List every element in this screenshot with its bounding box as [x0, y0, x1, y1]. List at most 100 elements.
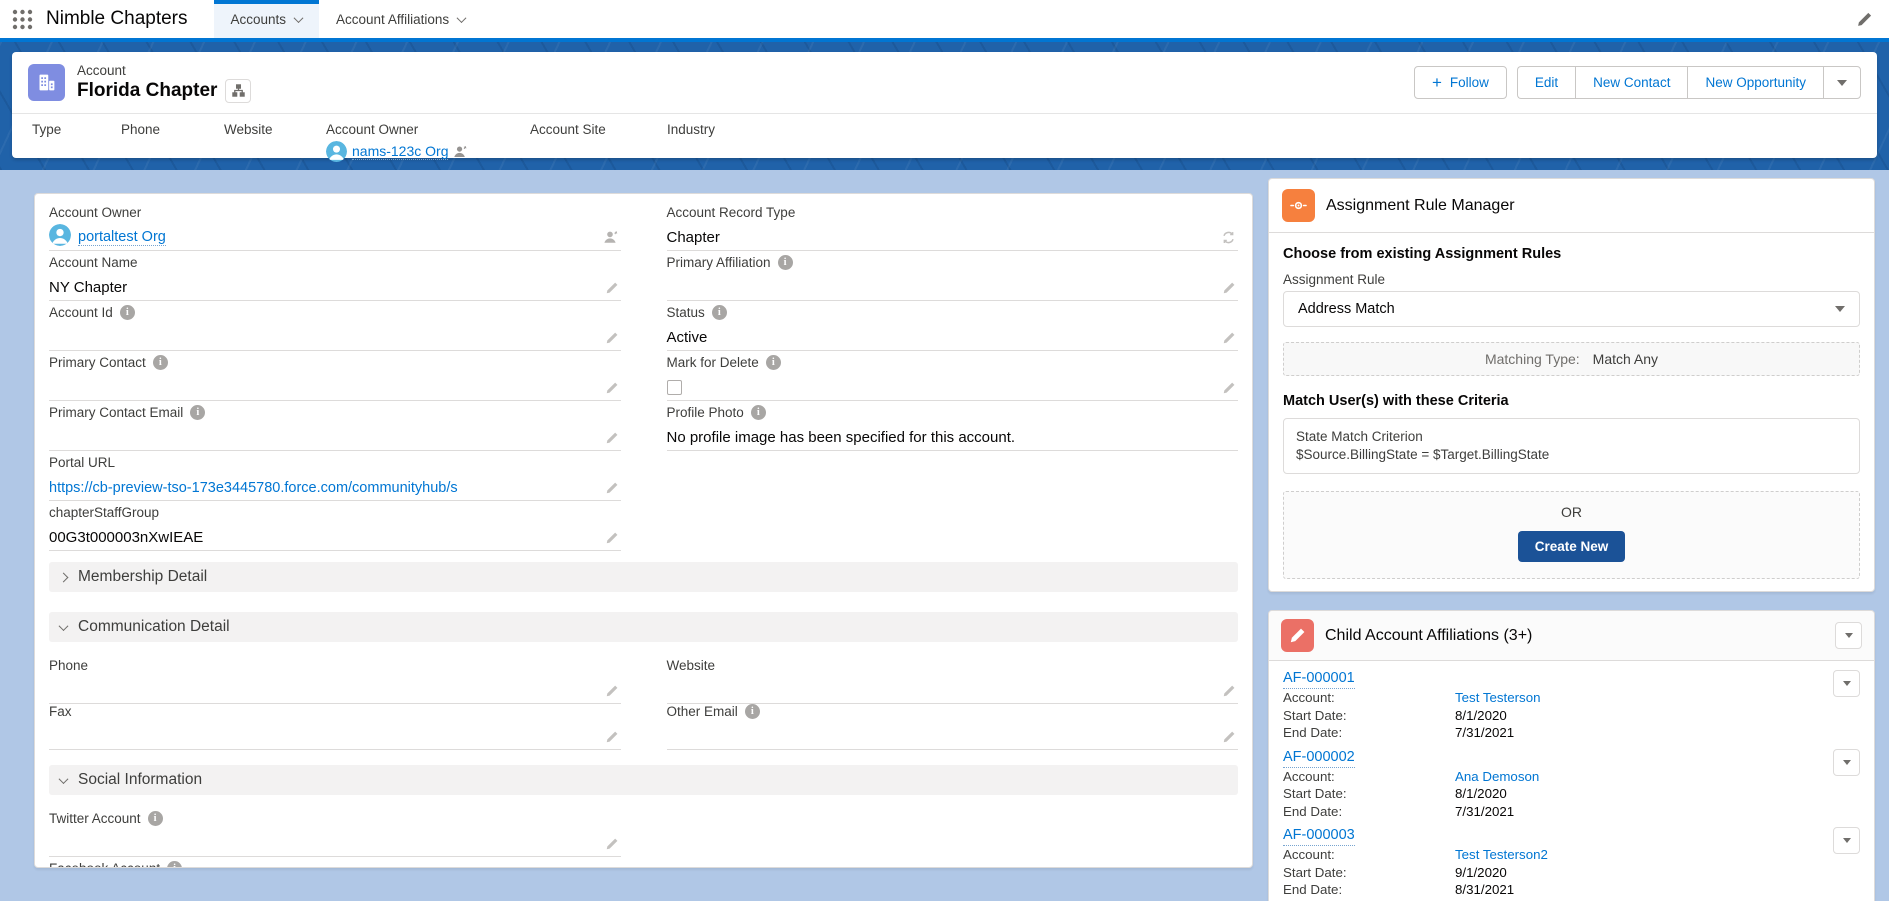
- edit-button[interactable]: Edit: [1517, 66, 1575, 99]
- new-contact-button[interactable]: New Contact: [1575, 66, 1687, 99]
- start-date-value: 8/1/2020: [1455, 785, 1507, 803]
- inline-edit-button[interactable]: [605, 281, 619, 295]
- assignment-rule-select[interactable]: Address Match: [1283, 291, 1860, 327]
- affiliation-link[interactable]: AF-000003: [1283, 826, 1355, 846]
- info-icon[interactable]: [148, 811, 163, 826]
- pencil-icon: [605, 381, 619, 395]
- end-date-value: 7/31/2021: [1455, 803, 1514, 821]
- account-owner-link[interactable]: portaltest Org: [78, 229, 166, 246]
- field-portal-url: Portal URL https://cb-preview-tso-173e34…: [49, 452, 621, 502]
- hl-industry-label: Industry: [667, 121, 715, 139]
- row-actions-button[interactable]: [1833, 749, 1860, 776]
- field-value: Chapter: [667, 229, 720, 246]
- affiliation-link[interactable]: AF-000001: [1283, 669, 1355, 689]
- info-icon[interactable]: [766, 355, 781, 370]
- portal-url-link[interactable]: https://cb-preview-tso-173e3445780.force…: [49, 480, 458, 496]
- inline-edit-button[interactable]: [1222, 281, 1236, 295]
- hl-phone-label: Phone: [121, 121, 214, 139]
- info-icon[interactable]: [778, 255, 793, 270]
- section-membership-detail[interactable]: Membership Detail: [49, 562, 1238, 592]
- card-actions-button[interactable]: [1835, 622, 1862, 649]
- row-label: Start Date:: [1283, 707, 1455, 725]
- start-date-value: 8/1/2020: [1455, 707, 1507, 725]
- row-actions-button[interactable]: [1833, 670, 1860, 697]
- hl-website-label: Website: [224, 121, 316, 139]
- field-label: Primary Contact Email: [49, 405, 183, 420]
- app-launcher-icon: [12, 9, 33, 30]
- start-date-value: 9/1/2020: [1455, 864, 1507, 882]
- chevron-down-icon[interactable]: [294, 13, 304, 23]
- inline-edit-button[interactable]: [605, 730, 619, 744]
- affiliation-account-link[interactable]: Test Testerson2: [1455, 846, 1548, 864]
- change-record-type-icon: [1221, 230, 1236, 245]
- pencil-icon: [605, 281, 619, 295]
- info-icon[interactable]: [751, 405, 766, 420]
- create-new-button[interactable]: Create New: [1518, 531, 1626, 562]
- affiliation-account-link[interactable]: Ana Demoson: [1455, 768, 1539, 786]
- pencil-icon: [605, 431, 619, 445]
- inline-edit-button[interactable]: [605, 531, 619, 545]
- inline-edit-button[interactable]: [1222, 684, 1236, 698]
- edit-navigation-button[interactable]: [1856, 0, 1873, 38]
- pencil-icon: [1222, 730, 1236, 744]
- inline-edit-button[interactable]: [605, 481, 619, 495]
- chevron-down-icon: [1843, 838, 1851, 843]
- field-website: Website: [667, 655, 1239, 701]
- field-status: Status Active: [667, 302, 1239, 352]
- inline-edit-button[interactable]: [605, 684, 619, 698]
- field-label: Account Name: [49, 255, 138, 270]
- field-label: Fax: [49, 704, 72, 719]
- row-label: Start Date:: [1283, 785, 1455, 803]
- chevron-down-icon: [1843, 681, 1851, 686]
- info-icon[interactable]: [153, 355, 168, 370]
- field-label: Website: [667, 658, 716, 673]
- row-actions-button[interactable]: [1833, 827, 1860, 854]
- chevron-down-icon: [1835, 306, 1845, 312]
- inline-edit-button[interactable]: [605, 381, 619, 395]
- new-opportunity-button[interactable]: New Opportunity: [1687, 66, 1823, 99]
- pencil-icon: [1222, 281, 1236, 295]
- global-navigation-bar: Nimble Chapters Accounts Account Affilia…: [0, 0, 1889, 42]
- header-owner-link[interactable]: nams-123c Org: [352, 143, 448, 160]
- field-other-email: Other Email: [667, 701, 1239, 747]
- section-communication-detail[interactable]: Communication Detail: [49, 612, 1238, 642]
- info-icon[interactable]: [745, 704, 760, 719]
- change-owner-button[interactable]: [603, 229, 619, 245]
- inline-edit-button[interactable]: [1222, 730, 1236, 744]
- info-icon[interactable]: [712, 305, 727, 320]
- assignment-rule-manager-icon: [1282, 189, 1315, 222]
- change-record-type-button[interactable]: [1221, 230, 1236, 245]
- chevron-down-icon: [59, 621, 69, 631]
- info-icon[interactable]: [190, 405, 205, 420]
- tab-account-affiliations[interactable]: Account Affiliations: [319, 0, 482, 38]
- inline-edit-button[interactable]: [605, 431, 619, 445]
- follow-button[interactable]: + Follow: [1414, 66, 1507, 99]
- inline-edit-button[interactable]: [605, 331, 619, 345]
- field-label: Mark for Delete: [667, 355, 759, 370]
- tab-accounts[interactable]: Accounts: [214, 0, 320, 38]
- view-hierarchy-button[interactable]: [225, 79, 251, 103]
- section-title: Social Information: [78, 771, 202, 789]
- child-account-affiliations-card: Child Account Affiliations (3+) AF-00000…: [1268, 610, 1875, 901]
- inline-edit-button[interactable]: [1222, 381, 1236, 395]
- field-label: Status: [667, 305, 705, 320]
- follow-button-label: Follow: [1450, 75, 1489, 90]
- chevron-down-icon[interactable]: [457, 13, 467, 23]
- field-label: Account Id: [49, 305, 113, 320]
- more-actions-button[interactable]: [1823, 66, 1861, 99]
- mark-for-delete-checkbox[interactable]: [667, 380, 682, 395]
- change-owner-icon[interactable]: [453, 144, 468, 159]
- affiliation-link[interactable]: AF-000002: [1283, 748, 1355, 768]
- inline-edit-button[interactable]: [605, 837, 619, 851]
- section-social-information[interactable]: Social Information: [49, 765, 1238, 795]
- info-icon[interactable]: [167, 861, 182, 869]
- field-label: Other Email: [667, 704, 738, 719]
- row-label: End Date:: [1283, 803, 1455, 821]
- criteria-heading: Match User(s) with these Criteria: [1283, 393, 1860, 409]
- app-launcher-button[interactable]: [0, 0, 44, 38]
- info-icon[interactable]: [120, 305, 135, 320]
- inline-edit-button[interactable]: [1222, 331, 1236, 345]
- affiliation-list: AF-000001 Account:Test Testerson Start D…: [1269, 661, 1874, 901]
- affiliation-account-link[interactable]: Test Testerson: [1455, 689, 1541, 707]
- assignment-rule-manager-card: Assignment Rule Manager Choose from exis…: [1268, 178, 1875, 592]
